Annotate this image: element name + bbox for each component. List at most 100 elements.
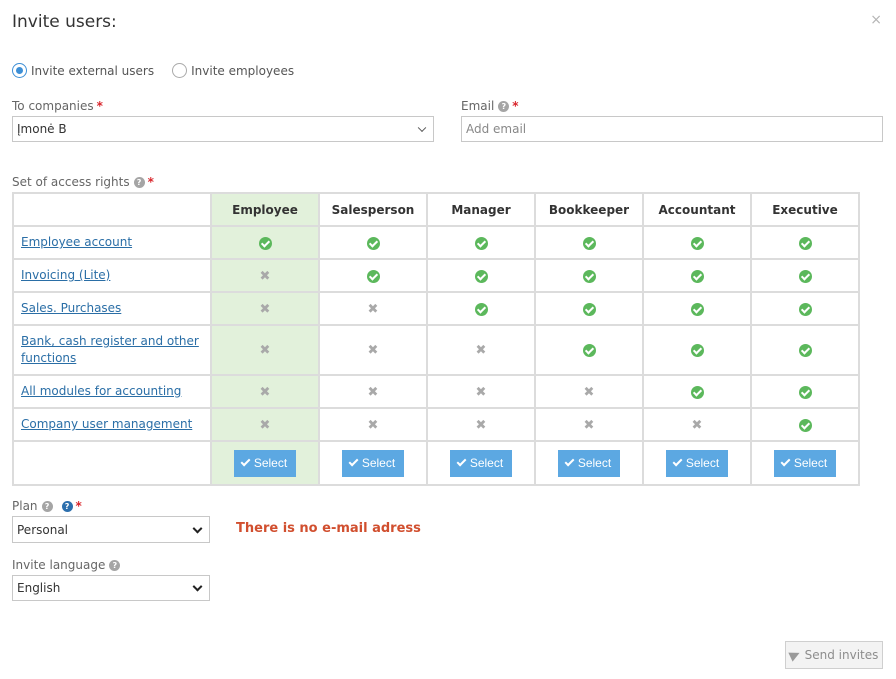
access-cell: ✖ [642,407,752,442]
cross-icon: ✖ [691,417,703,433]
select-button-bookkeeper[interactable]: Select [557,449,621,477]
access-cell [426,258,536,293]
radio-unselected-icon[interactable] [172,63,188,78]
language-label: Invite language? [12,558,121,572]
select-button-salesperson[interactable]: Select [341,449,405,477]
module-link[interactable]: Employee account [21,235,132,249]
access-cell [750,374,860,409]
help-icon[interactable]: ? [109,559,121,571]
row-name-cell: Company user management [12,407,212,442]
module-link[interactable]: Invoicing (Lite) [21,268,110,282]
check-circle-icon [798,236,812,250]
invite-type-group: Invite external users Invite employees [12,63,294,78]
access-cell [642,374,752,409]
companies-select[interactable]: Įmonė B [12,116,434,142]
access-cell: ✖ [210,374,320,409]
select-button-executive[interactable]: Select [773,449,837,477]
module-link[interactable]: Bank, cash register and other functions [21,334,199,365]
table-row: Company user management ✖ ✖ ✖ ✖ ✖ [12,407,860,442]
cross-icon: ✖ [583,384,595,400]
cross-icon: ✖ [259,384,271,400]
cross-icon: ✖ [475,384,487,400]
access-cell [642,225,752,260]
access-cell [750,258,860,293]
role-header-employee: Employee [210,192,320,227]
check-circle-icon [690,302,704,316]
cross-icon: ✖ [367,343,379,358]
check-circle-icon [582,236,596,250]
help-icon[interactable]: ? [498,100,510,112]
plan-select-value: Personal [17,522,69,537]
language-select[interactable]: English [12,575,210,601]
check-circle-icon [258,236,272,250]
language-label-text: Invite language [12,558,106,572]
check-circle-icon [690,385,704,399]
module-link[interactable]: All modules for accounting [21,384,181,398]
table-row: Bank, cash register and other functions ✖… [12,324,860,376]
access-cell [210,225,320,260]
access-cell [642,258,752,293]
table-header-row: Employee Salesperson Manager Bookkeeper Acco… [12,192,860,227]
plan-select[interactable]: Personal [12,516,210,543]
select-button-accountant[interactable]: Select [665,449,729,477]
access-cell: ✖ [210,291,320,326]
access-cell: ✖ [318,407,428,442]
check-circle-icon [366,269,380,283]
radio-invite-employees[interactable]: Invite employees [172,63,294,78]
info-icon[interactable]: ? [61,500,73,512]
access-cell [534,291,644,326]
role-header-bookkeeper: Bookkeeper [534,192,644,227]
access-cell [534,225,644,260]
access-cell: ✖ [318,324,428,376]
role-header-salesperson: Salesperson [318,192,428,227]
required-mark: * [147,175,154,189]
select-cell: Select [210,440,320,486]
check-circle-icon [798,302,812,316]
cross-icon: ✖ [367,417,379,433]
module-link[interactable]: Sales. Purchases [21,301,121,315]
help-icon[interactable]: ? [133,176,145,188]
select-cell: Select [318,440,428,486]
required-mark: * [512,99,519,113]
select-button-employee[interactable]: Select [233,449,297,477]
access-cell: ✖ [534,407,644,442]
check-icon [348,456,359,467]
check-circle-icon [690,236,704,250]
check-icon [564,456,575,467]
email-field[interactable] [466,122,882,136]
access-cell: ✖ [426,407,536,442]
access-cell [750,291,860,326]
check-icon [780,456,791,467]
access-cell [426,225,536,260]
help-icon[interactable]: ? [41,500,53,512]
check-circle-icon [474,236,488,250]
check-circle-icon [798,418,812,432]
row-name-cell: Employee account [12,225,212,260]
access-cell: ✖ [318,291,428,326]
check-circle-icon [582,344,596,357]
radio-invite-external-label: Invite external users [31,63,155,78]
rights-label: Set of access rights? * [12,175,154,189]
chevron-down-icon [192,581,203,592]
check-circle-icon [690,269,704,283]
check-circle-icon [582,302,596,316]
close-icon[interactable]: × [870,12,882,28]
access-cell: ✖ [318,374,428,409]
check-circle-icon [798,269,812,283]
required-mark: * [96,99,103,113]
send-invites-button[interactable]: Send invites [785,641,883,669]
table-row: Sales. Purchases ✖ ✖ [12,291,860,326]
chevron-down-icon [417,123,427,133]
radio-selected-icon[interactable] [12,63,27,78]
error-message: There is no e-mail adress [236,521,421,536]
select-row: Select Select Select Select Select Select [12,440,860,486]
table-row: All modules for accounting ✖ ✖ ✖ ✖ [12,374,860,409]
radio-invite-external[interactable]: Invite external users [12,63,154,78]
check-circle-icon [474,269,488,283]
access-cell: ✖ [426,324,536,376]
access-cell [642,324,752,376]
plan-label: Plan? ? * [12,499,82,513]
access-cell: ✖ [426,374,536,409]
module-link[interactable]: Company user management [21,417,192,431]
select-button-manager[interactable]: Select [449,449,513,477]
